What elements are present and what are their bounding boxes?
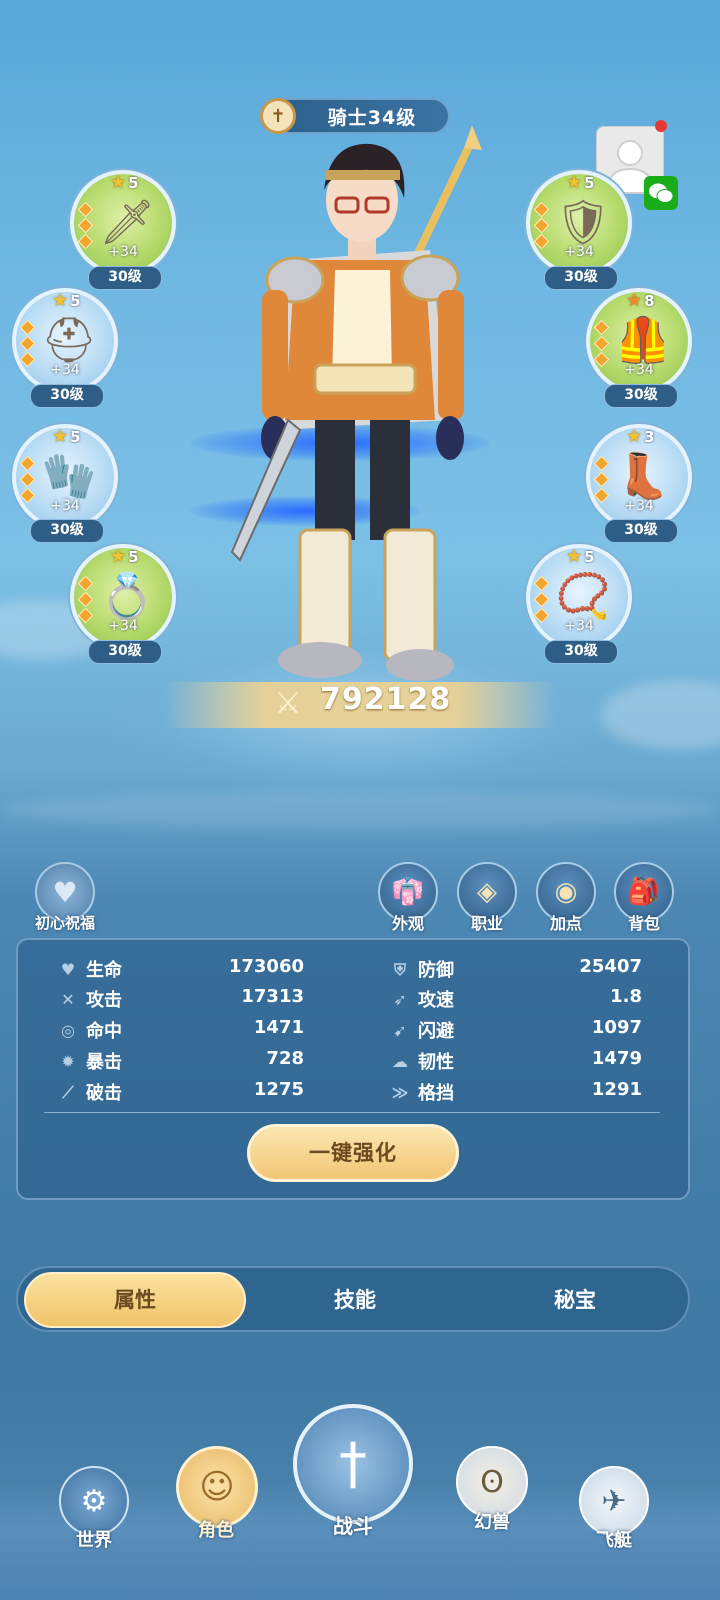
appearance-button[interactable]: 👘 外观	[376, 862, 440, 934]
battle-sword-icon: †	[293, 1404, 413, 1524]
equip-slot-helmet[interactable]: ★ 5 ⛑ +34	[12, 288, 118, 394]
equip-level: 30级	[604, 384, 678, 408]
blessing-button[interactable]: ♥ 初心祝福	[26, 862, 104, 933]
nav-world[interactable]: ⚙ 世界	[56, 1466, 132, 1552]
nav-character[interactable]: ☺ 角色	[176, 1446, 258, 1542]
stat-attack-speed: ➶ 攻速 1.8	[390, 986, 642, 1014]
stat-dodge: ➹ 闪避 1097	[390, 1017, 642, 1045]
equip-slot-gauntlet[interactable]: ★ 5 🧤 +34	[12, 424, 118, 530]
stat-block: ≫ 格挡 1291	[391, 1079, 642, 1104]
points-button[interactable]: ◉ 加点	[534, 862, 598, 934]
star-icon: ★ 5	[110, 546, 139, 567]
crit-icon: ✹	[61, 1052, 75, 1071]
nav-battle[interactable]: † 战斗	[292, 1404, 414, 1539]
block-icon: ≫	[391, 1083, 409, 1102]
equip-level: 30级	[544, 266, 618, 290]
nav-airship[interactable]: ✈ 飞艇	[576, 1466, 652, 1552]
stat-hp: ♥ 生命 173060	[58, 956, 304, 984]
enhance-level: +34	[50, 498, 80, 514]
equip-slot-shield[interactable]: ★ 5 🛡 +34	[526, 170, 632, 276]
pierce-icon: ⟋	[62, 1083, 74, 1102]
enhance-level: +34	[50, 362, 80, 378]
equip-slot-boots[interactable]: ★ 3 👢 +34	[586, 424, 692, 530]
target-icon: ◎	[61, 1021, 75, 1040]
enhance-level: +34	[108, 618, 138, 634]
speed-icon: ➶	[393, 990, 407, 1009]
stat-crit: ✹ 暴击 728	[58, 1048, 304, 1076]
tab-skills[interactable]: 技能	[244, 1272, 466, 1328]
wechat-icon[interactable]	[644, 176, 678, 210]
profession-button[interactable]: ◈ 职业	[455, 862, 519, 934]
tab-treasure[interactable]: 秘宝	[464, 1272, 686, 1328]
toughness-icon: ☁	[392, 1052, 408, 1071]
combat-power-value: 792128	[320, 682, 452, 717]
stat-toughness: ☁ 韧性 1479	[392, 1048, 642, 1073]
equip-slot-weapon[interactable]: ★ 5 🗡 +34	[70, 170, 176, 276]
star-icon: ★ 5	[566, 546, 595, 567]
star-icon: ★ 3	[626, 426, 655, 447]
stats-divider	[44, 1112, 660, 1113]
enhance-level: +34	[564, 244, 594, 260]
equip-slot-armor[interactable]: ★ 8 🦺 +34	[586, 288, 692, 394]
equip-level: 30级	[604, 519, 678, 543]
enhance-level: +34	[108, 244, 138, 260]
stat-hit: ◎ 命中 1471	[58, 1017, 304, 1045]
stat-defense: ⛨ 防御 25407	[390, 956, 642, 984]
notification-dot	[655, 120, 667, 132]
star-icon: ★ 8	[626, 290, 655, 311]
enhance-level: +34	[624, 498, 654, 514]
star-icon: ★ 5	[566, 172, 595, 193]
equip-level: 30级	[88, 640, 162, 664]
equip-level: 30级	[544, 640, 618, 664]
stat-pierce: ⟋ 破击 1275	[58, 1079, 304, 1107]
stat-attack: ✕ 攻击 17313	[58, 986, 304, 1014]
bag-button[interactable]: 🎒 背包	[612, 862, 676, 934]
dodge-icon: ➹	[393, 1021, 407, 1040]
enhance-level: +34	[624, 362, 654, 378]
tab-bar: 属性 技能 秘宝	[16, 1266, 690, 1332]
star-icon: ★ 5	[52, 426, 81, 447]
equip-level: 30级	[88, 266, 162, 290]
hero-character[interactable]	[220, 120, 500, 700]
equip-slot-necklace[interactable]: ★ 5 📿 +34	[526, 544, 632, 650]
star-icon: ★ 5	[110, 172, 139, 193]
combat-power-icon: ⚔	[274, 686, 302, 721]
equip-level: 30级	[30, 384, 104, 408]
equip-slot-ring[interactable]: ★ 5 💍 +34	[70, 544, 176, 650]
one-click-enhance-button[interactable]: 一键强化	[247, 1124, 459, 1182]
enhance-level: +34	[564, 618, 594, 634]
tab-attributes[interactable]: 属性	[24, 1272, 246, 1328]
crossed-swords-icon: ✕	[61, 990, 75, 1009]
heart-icon: ♥	[60, 960, 76, 979]
star-icon: ★ 5	[52, 290, 81, 311]
nav-beast[interactable]: ʘ 幻兽	[454, 1446, 530, 1534]
equip-level: 30级	[30, 519, 104, 543]
defense-icon: ⛨	[393, 960, 406, 979]
